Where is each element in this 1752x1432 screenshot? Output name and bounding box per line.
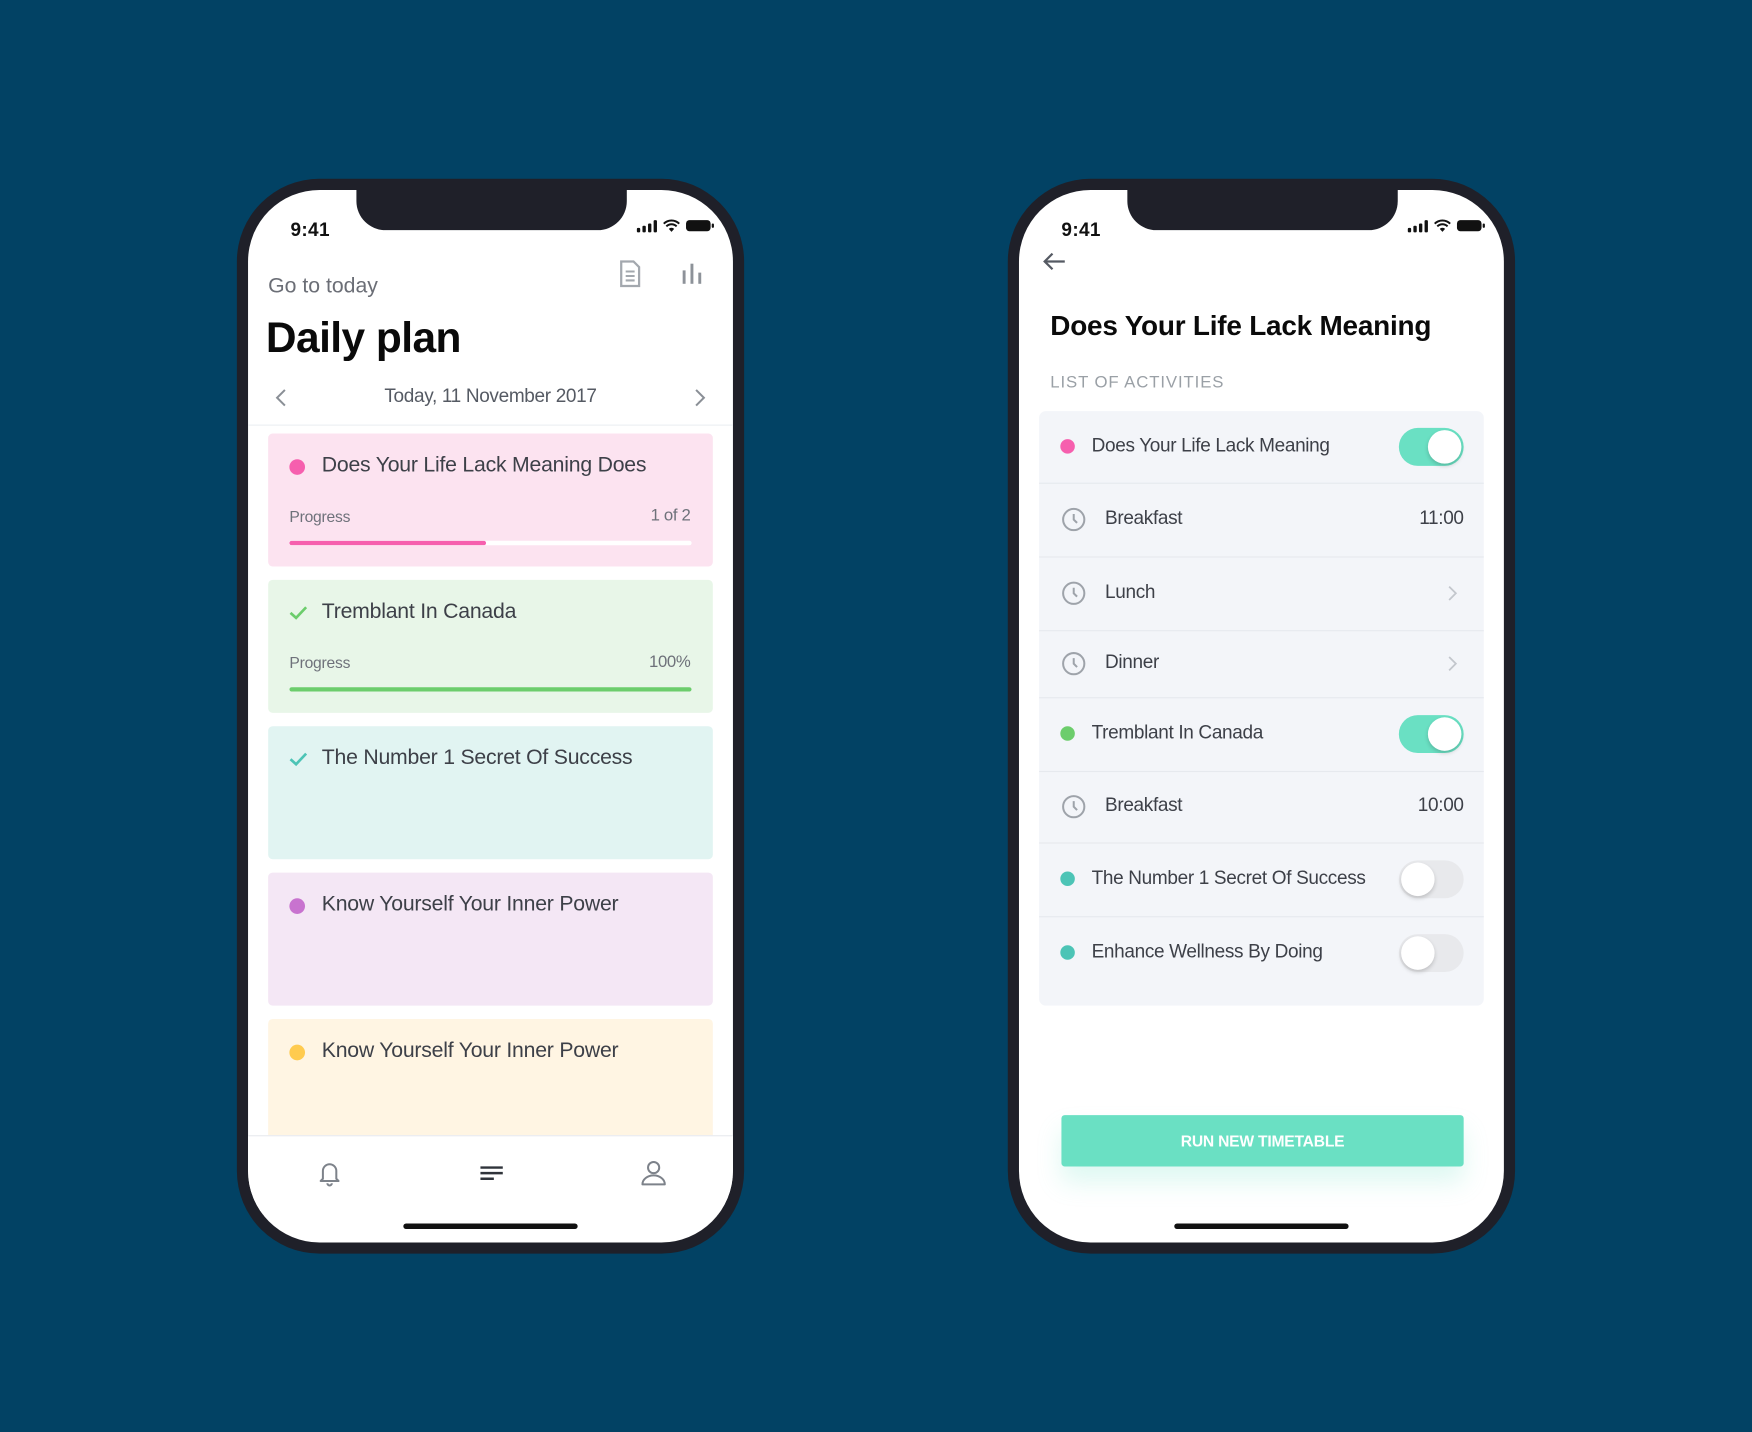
progress-fill xyxy=(289,687,692,692)
meal-time: 11:00 xyxy=(1419,507,1464,529)
run-new-timetable-button[interactable]: RUN NEW TIMETABLE xyxy=(1061,1115,1464,1167)
toggle-knob xyxy=(1401,862,1435,897)
chevron-right-icon[interactable] xyxy=(1446,654,1459,674)
wifi-icon xyxy=(663,219,680,232)
meal-row[interactable]: Lunch xyxy=(1039,556,1484,632)
plan-card-title: Does Your Life Lack Meaning Does xyxy=(321,453,647,478)
activity-list: Does Your Life Lack Meaning Breakfast 11:0… xyxy=(1039,411,1484,1006)
activity-label: The Number 1 Secret Of Success xyxy=(1091,867,1366,889)
progress-label: Progress xyxy=(289,507,351,526)
home-indicator xyxy=(403,1223,578,1230)
list-icon[interactable] xyxy=(475,1156,509,1190)
wifi-icon xyxy=(1434,219,1451,232)
color-dot-icon xyxy=(289,459,306,475)
tab-bar xyxy=(248,1135,733,1215)
signal-icon xyxy=(1407,219,1428,232)
status-icons xyxy=(636,219,714,232)
progress-fill xyxy=(289,540,487,546)
meal-label: Breakfast xyxy=(1105,794,1183,816)
clock-icon xyxy=(1062,795,1086,819)
plan-card[interactable]: The Number 1 Secret Of Success xyxy=(268,726,713,860)
activity-toggle[interactable] xyxy=(1398,715,1464,754)
activity-label: Tremblant In Canada xyxy=(1091,721,1264,744)
activity-label: Enhance Wellness By Doing xyxy=(1091,940,1323,962)
notch xyxy=(1127,189,1398,231)
check-icon xyxy=(289,752,308,767)
color-dot-icon xyxy=(1060,871,1075,887)
home-indicator xyxy=(1174,1223,1349,1230)
plan-card[interactable]: Know Yourself Your Inner Power xyxy=(268,872,713,1006)
plan-card-list: Does Your Life Lack Meaning Does Progress… xyxy=(268,433,713,1166)
plan-card[interactable]: Does Your Life Lack Meaning Does Progress… xyxy=(268,433,713,567)
activity-row: Does Your Life Lack Meaning xyxy=(1039,411,1484,484)
screen-activity-detail: 9:41 Does Your Life Lack Meaning LIST OF… xyxy=(1018,189,1504,1243)
toggle-knob xyxy=(1401,936,1435,970)
status-time: 9:41 xyxy=(1061,218,1101,241)
meal-label: Dinner xyxy=(1105,651,1159,673)
page-title: Daily plan xyxy=(265,315,462,363)
activity-toggle[interactable] xyxy=(1398,427,1464,466)
clock-icon xyxy=(1062,507,1086,532)
meal-row: Breakfast 10:00 xyxy=(1039,771,1484,844)
plan-card[interactable]: Know Yourself Your Inner Power xyxy=(268,1018,713,1152)
color-dot-icon xyxy=(289,1044,306,1061)
toggle-knob xyxy=(1427,717,1462,751)
clock-icon xyxy=(1062,652,1086,676)
plan-card[interactable]: Tremblant In Canada Progress 100% xyxy=(268,579,713,713)
progress-bar xyxy=(289,540,692,546)
clock-icon xyxy=(1062,581,1086,605)
phone-daily-plan: 9:41 Go to today Daily plan Today, 11 No… xyxy=(236,178,745,1254)
user-icon[interactable] xyxy=(637,1156,671,1190)
back-arrow-icon[interactable] xyxy=(1041,248,1068,275)
phone-activity-detail: 9:41 Does Your Life Lack Meaning LIST OF… xyxy=(1007,178,1516,1254)
color-dot-icon xyxy=(1060,726,1075,741)
color-dot-icon xyxy=(1060,945,1075,960)
battery-icon xyxy=(1456,220,1485,232)
screen-daily-plan: 9:41 Go to today Daily plan Today, 11 No… xyxy=(248,189,733,1243)
stage: 9:41 Go to today Daily plan Today, 11 No… xyxy=(0,0,1752,1432)
bar-chart-icon[interactable] xyxy=(679,259,708,288)
date-navigator: Today, 11 November 2017 xyxy=(248,382,733,426)
status-icons xyxy=(1407,219,1485,232)
document-icon[interactable] xyxy=(618,259,647,288)
activity-row: Enhance Wellness By Doing xyxy=(1039,916,1484,990)
status-time: 9:41 xyxy=(290,218,330,241)
signal-icon xyxy=(636,219,657,232)
progress-value: 1 of 2 xyxy=(650,506,691,526)
plan-card-title: Tremblant In Canada xyxy=(321,599,517,624)
section-label: LIST OF ACTIVITIES xyxy=(1050,373,1225,393)
color-dot-icon xyxy=(1060,439,1075,454)
meal-row[interactable]: Dinner xyxy=(1039,630,1484,699)
meal-label: Lunch xyxy=(1105,580,1156,603)
meal-label: Breakfast xyxy=(1105,507,1183,529)
progress-bar xyxy=(289,687,692,692)
activity-toggle[interactable] xyxy=(1398,860,1464,899)
activity-title: Does Your Life Lack Meaning xyxy=(1050,310,1432,342)
meal-time: 10:00 xyxy=(1417,794,1464,816)
activity-row: Tremblant In Canada xyxy=(1039,697,1484,773)
check-icon xyxy=(289,606,308,620)
chevron-right-icon[interactable] xyxy=(686,384,713,411)
activity-label: Does Your Life Lack Meaning xyxy=(1091,434,1330,456)
activity-row: The Number 1 Secret Of Success xyxy=(1039,842,1484,918)
plan-card-title: The Number 1 Secret Of Success xyxy=(321,746,633,770)
chevron-right-icon[interactable] xyxy=(1446,583,1459,603)
toggle-knob xyxy=(1427,430,1462,464)
activity-toggle[interactable] xyxy=(1398,934,1464,973)
plan-card-title: Know Yourself Your Inner Power xyxy=(321,1039,619,1063)
progress-value: 100% xyxy=(648,652,691,672)
notch xyxy=(356,189,627,231)
battery-icon xyxy=(686,220,714,232)
plan-card-title: Know Yourself Your Inner Power xyxy=(321,892,619,917)
bell-icon[interactable] xyxy=(313,1156,347,1190)
current-date: Today, 11 November 2017 xyxy=(384,385,597,407)
go-to-today-link[interactable]: Go to today xyxy=(268,275,378,300)
meal-row: Breakfast 11:00 xyxy=(1039,483,1484,558)
progress-label: Progress xyxy=(289,653,351,672)
color-dot-icon xyxy=(289,898,306,914)
